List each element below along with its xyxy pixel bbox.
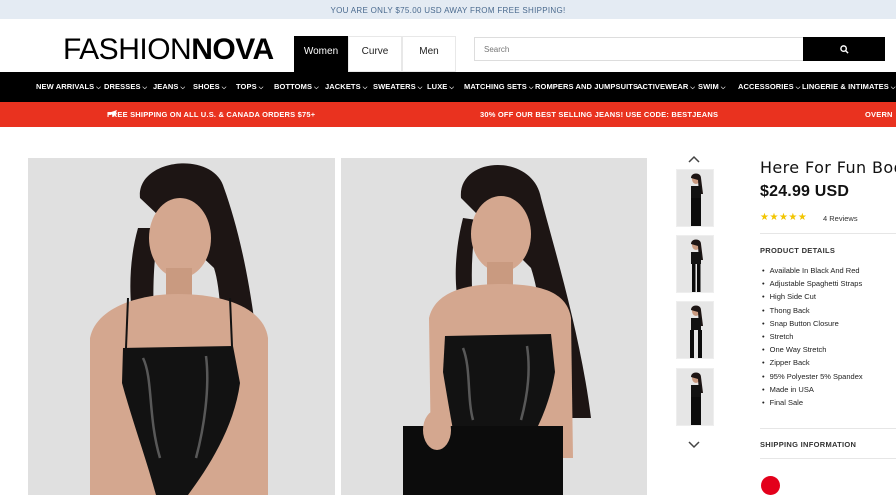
product-details-list: Available In Black And Red Adjustable Sp… xyxy=(762,264,863,409)
promo-jeans-code[interactable]: 30% OFF OUR BEST SELLING JEANS! USE CODE… xyxy=(480,102,718,127)
nav-sweaters[interactable]: SWEATERS ⌵ xyxy=(373,72,422,103)
chevron-down-icon: ⌵ xyxy=(528,85,534,91)
divider xyxy=(760,233,896,234)
chevron-down-icon: ⌵ xyxy=(720,85,726,91)
chevron-down-icon: ⌵ xyxy=(180,85,186,91)
chevron-down-icon: ⌵ xyxy=(314,85,319,91)
product-image-angle[interactable] xyxy=(341,158,647,495)
divider xyxy=(760,458,896,459)
list-item: Stretch xyxy=(762,330,863,343)
nav-rompers-and-jumpsuits[interactable]: ROMPERS AND JUMPSUITS ⌵ xyxy=(535,72,645,103)
shipping-information-heading[interactable]: SHIPPING INFORMATION xyxy=(760,440,856,449)
chevron-down-icon: ⌵ xyxy=(690,85,696,91)
nav-matching-sets[interactable]: MATCHING SETS ⌵ xyxy=(464,72,533,103)
chevron-down-icon: ⌵ xyxy=(142,85,148,91)
nav-luxe[interactable]: LUXE ⌵ xyxy=(427,72,454,103)
brand-logo[interactable]: FASHIONNOVA xyxy=(63,35,274,65)
product-details-heading[interactable]: PRODUCT DETAILS xyxy=(760,246,835,255)
star-icon: ★ xyxy=(769,212,779,223)
star-icon: ★ xyxy=(797,212,808,223)
list-item: High Side Cut xyxy=(762,290,863,303)
thumbnail-scroll-up-icon[interactable] xyxy=(686,152,702,166)
nav-bottoms[interactable]: BOTTOMS ⌵ xyxy=(274,72,319,103)
list-item: Zipper Back xyxy=(762,356,863,369)
nav-swim[interactable]: SWIM ⌵ xyxy=(698,72,725,103)
list-item: Thong Back xyxy=(762,304,863,317)
nav-tops[interactable]: TOPS ⌵ xyxy=(236,72,263,103)
nav-lingerie-intimates[interactable]: LINGERIE & INTIMATES ⌵ xyxy=(802,72,896,103)
list-item: Final Sale xyxy=(762,396,863,409)
promo-banner: FREE SHIPPING ON ALL U.S. & CANADA ORDER… xyxy=(0,102,896,127)
chevron-down-icon: ⌵ xyxy=(362,85,368,91)
list-item: Adjustable Spaghetti Straps xyxy=(762,277,863,290)
tab-men[interactable]: Men xyxy=(402,36,456,72)
free-shipping-banner: YOU ARE ONLY $75.00 USD AWAY FROM FREE S… xyxy=(0,0,896,19)
thumbnail-model xyxy=(677,236,713,292)
list-item: Available In Black And Red xyxy=(762,264,863,277)
thumbnail-3[interactable] xyxy=(676,301,714,359)
tab-curve[interactable]: Curve xyxy=(348,36,402,72)
chevron-down-icon: ⌵ xyxy=(795,85,801,91)
list-item: One Way Stretch xyxy=(762,343,863,356)
search-button[interactable] xyxy=(803,37,885,61)
reviews-link[interactable]: 4 Reviews xyxy=(823,213,858,225)
free-shipping-text: YOU ARE ONLY $75.00 USD AWAY FROM FREE S… xyxy=(330,6,566,15)
thumbnail-1[interactable] xyxy=(676,169,714,227)
department-tabs: Women Curve Men xyxy=(294,36,456,72)
star-rating[interactable]: ★★★★★ xyxy=(760,212,807,224)
thumbnail-scroll-down-icon[interactable] xyxy=(686,438,702,452)
chevron-down-icon: ⌵ xyxy=(417,85,423,91)
model-illustration xyxy=(28,158,335,495)
site-header: FASHIONNOVA Women Curve Men xyxy=(0,19,896,72)
thumbnail-model xyxy=(677,369,713,425)
promo-overnight[interactable]: OVERN xyxy=(865,102,893,127)
promo-free-shipping[interactable]: FREE SHIPPING ON ALL U.S. & CANADA ORDER… xyxy=(107,102,315,127)
main-nav: NEW ARRIVALS ⌵ DRESSES ⌵ JEANS ⌵ SHOES ⌵ TOP… xyxy=(0,72,896,102)
thumbnail-model xyxy=(677,302,713,358)
nav-dresses[interactable]: DRESSES ⌵ xyxy=(104,72,147,103)
list-item: Snap Button Closure xyxy=(762,317,863,330)
thumbnail-4[interactable] xyxy=(676,368,714,426)
product-image-front[interactable] xyxy=(28,158,335,495)
tab-women[interactable]: Women xyxy=(294,36,348,72)
color-swatch-red[interactable] xyxy=(761,476,780,495)
star-icon: ★ xyxy=(778,212,789,223)
nav-jeans[interactable]: JEANS ⌵ xyxy=(153,72,185,103)
thumbnail-2[interactable] xyxy=(676,235,714,293)
list-item: 95% Polyester 5% Spandex xyxy=(762,370,863,383)
nav-new-arrivals[interactable]: NEW ARRIVALS ⌵ xyxy=(36,72,101,103)
list-item: Made in USA xyxy=(762,383,863,396)
nav-accessories[interactable]: ACCESSORIES ⌵ xyxy=(738,72,800,103)
nav-activewear[interactable]: ACTIVEWEAR ⌵ xyxy=(637,72,695,103)
model-illustration xyxy=(341,158,647,495)
search-icon xyxy=(839,44,849,54)
star-icon: ★ xyxy=(788,212,798,223)
chevron-down-icon: ⌵ xyxy=(258,85,264,91)
nav-shoes[interactable]: SHOES ⌵ xyxy=(193,72,226,103)
nav-jackets[interactable]: JACKETS ⌵ xyxy=(325,72,367,103)
divider xyxy=(760,428,896,429)
product-title: Here For Fun Bod xyxy=(760,158,896,177)
search-input[interactable] xyxy=(474,37,804,61)
thumbnail-model xyxy=(677,170,713,226)
chevron-down-icon: ⌵ xyxy=(96,85,101,91)
chevron-down-icon: ⌵ xyxy=(221,85,227,91)
chevron-down-icon: ⌵ xyxy=(890,85,896,91)
product-price: $24.99 USD xyxy=(760,183,850,200)
chevron-down-icon: ⌵ xyxy=(449,85,455,91)
